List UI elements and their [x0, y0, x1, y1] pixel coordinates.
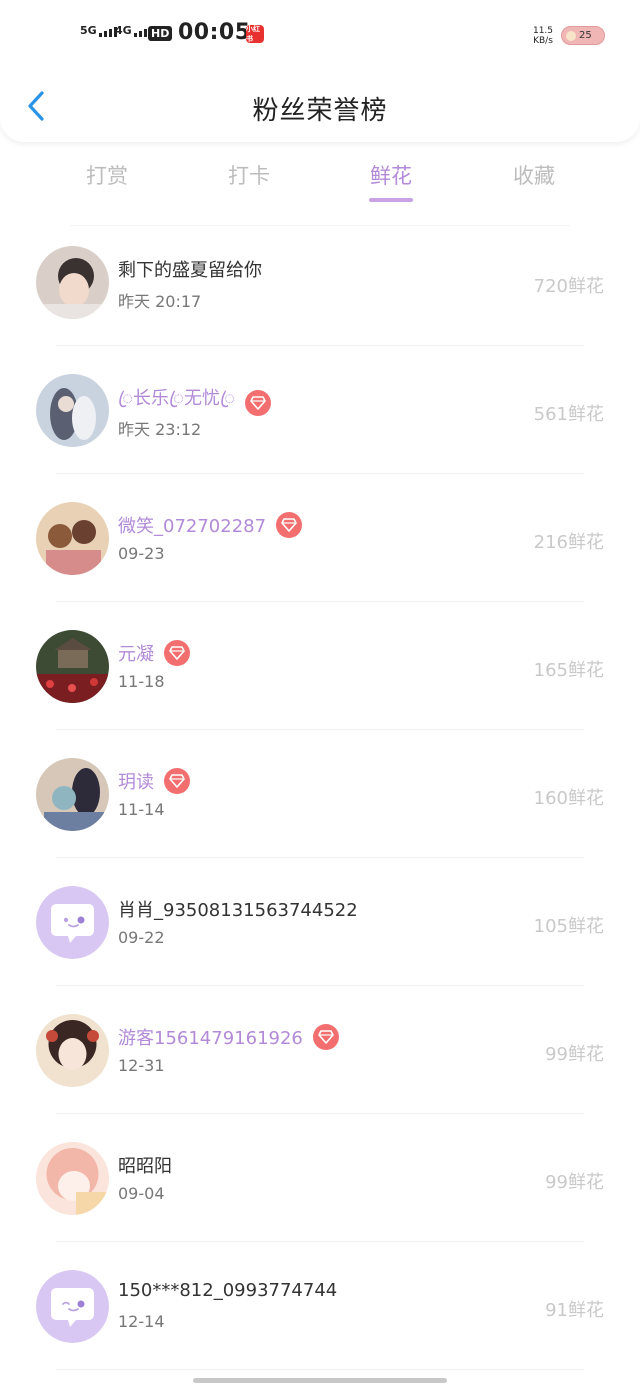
user-name: 元凝 — [118, 644, 154, 665]
flower-count: 216鲜花 — [533, 532, 604, 553]
avatar[interactable] — [36, 1142, 109, 1215]
tab-bar: 打赏 打卡 鲜花 收藏 — [0, 150, 640, 212]
vip-gem-icon — [276, 512, 303, 538]
flower-count: 91鲜花 — [545, 1300, 604, 1321]
network-speed: 11.5 KB/s — [532, 26, 554, 46]
timestamp: 12-31 — [118, 1056, 165, 1075]
status-bar: 5G 4G HD 00:05 小红书 11.5 KB/s 25 — [0, 0, 640, 70]
flower-count: 561鲜花 — [533, 404, 604, 425]
timestamp: 09-23 — [118, 544, 165, 563]
timestamp: 昨天 23:12 — [118, 420, 202, 439]
signal-4g-icon: 4G — [115, 24, 152, 37]
tab-checkin[interactable]: 打卡 — [204, 160, 294, 190]
list-item[interactable]: 玥读 11-14 160鲜花 — [0, 730, 640, 858]
default-avatar-icon[interactable] — [36, 1270, 109, 1343]
battery-icon — [566, 30, 576, 41]
vip-gem-icon — [244, 389, 271, 416]
flower-count: 720鲜花 — [533, 276, 604, 297]
app-notification-icon: 小红书 — [246, 25, 264, 43]
user-name-line: 游客1561479161926 — [118, 1024, 339, 1050]
user-name-line: 剩下的盛夏留给你 — [118, 256, 262, 282]
fan-list: 剩下的盛夏留给你 昨天 20:17 720鲜花 ꦿ长乐ꦿ无忧ꦿ 昨天 23:12… — [0, 218, 640, 1370]
list-item[interactable]: 元凝 11-18 165鲜花 — [0, 602, 640, 730]
header: 5G 4G HD 00:05 小红书 11.5 KB/s 25 粉丝荣誉榜 — [0, 0, 640, 142]
user-name: 微笑_072702287 — [118, 516, 267, 537]
user-name-line: 肖肖_93508131563744522 — [118, 896, 358, 922]
status-time: 00:05 — [178, 20, 251, 45]
divider — [56, 1369, 584, 1370]
avatar[interactable] — [36, 246, 109, 319]
user-name: 玥读 — [118, 772, 154, 793]
list-item[interactable]: 昭昭阳 09-04 99鲜花 — [0, 1114, 640, 1242]
avatar[interactable] — [36, 758, 109, 831]
user-name-line: 150***812_0993774744 — [118, 1280, 337, 1301]
page-title: 粉丝荣誉榜 — [252, 96, 388, 126]
vip-gem-icon — [164, 768, 190, 794]
list-item[interactable]: ꦿ长乐ꦿ无忧ꦿ 昨天 23:12 561鲜花 — [0, 346, 640, 474]
vip-gem-icon — [164, 640, 190, 666]
user-name-line: 元凝 — [118, 640, 190, 666]
tab-flowers[interactable]: 鲜花 — [346, 160, 436, 190]
user-name: 昭昭阳 — [118, 1156, 172, 1177]
user-name: 剩下的盛夏留给你 — [118, 260, 262, 281]
list-item[interactable]: 游客1561479161926 12-31 99鲜花 — [0, 986, 640, 1114]
user-name: 游客1561479161926 — [118, 1028, 303, 1049]
user-name: 肖肖_93508131563744522 — [118, 900, 358, 921]
home-indicator[interactable] — [193, 1378, 447, 1383]
user-name-line: 玥读 — [118, 768, 190, 794]
avatar[interactable] — [36, 630, 109, 703]
user-name-line: 微笑_072702287 — [118, 512, 303, 538]
avatar[interactable] — [36, 502, 109, 575]
timestamp: 11-18 — [118, 672, 165, 691]
battery-indicator: 25 — [561, 26, 605, 45]
flower-count: 165鲜花 — [533, 660, 604, 681]
timestamp: 09-04 — [118, 1184, 165, 1203]
tab-reward[interactable]: 打赏 — [62, 160, 152, 190]
list-item[interactable]: 剩下的盛夏留给你 昨天 20:17 720鲜花 — [0, 218, 640, 346]
fan-honor-page: 5G 4G HD 00:05 小红书 11.5 KB/s 25 粉丝荣誉榜 打赏… — [0, 0, 640, 1387]
list-item[interactable]: 微笑_072702287 09-23 216鲜花 — [0, 474, 640, 602]
tab-favorites[interactable]: 收藏 — [489, 160, 579, 190]
timestamp: 09-22 — [118, 928, 165, 947]
user-name: 150***812_0993774744 — [118, 1280, 338, 1301]
avatar[interactable] — [36, 1014, 109, 1087]
timestamp: 11-14 — [118, 800, 165, 819]
flower-count: 160鲜花 — [533, 788, 604, 809]
list-item[interactable]: 肖肖_93508131563744522 09-22 105鲜花 — [0, 858, 640, 986]
signal-5g-icon: 5G — [80, 24, 117, 37]
timestamp: 昨天 20:17 — [118, 292, 202, 311]
user-name-line: 昭昭阳 — [118, 1152, 172, 1178]
flower-count: 99鲜花 — [545, 1044, 604, 1065]
default-avatar-icon[interactable] — [36, 886, 109, 959]
active-tab-indicator — [369, 198, 413, 202]
timestamp: 12-14 — [118, 1312, 165, 1331]
flower-count: 105鲜花 — [533, 916, 604, 937]
vip-gem-icon — [312, 1024, 339, 1050]
avatar[interactable] — [36, 374, 109, 447]
flower-count: 99鲜花 — [545, 1172, 604, 1193]
hd-badge: HD — [148, 26, 173, 41]
list-item[interactable]: 150***812_0993774744 12-14 91鲜花 — [0, 1242, 640, 1370]
